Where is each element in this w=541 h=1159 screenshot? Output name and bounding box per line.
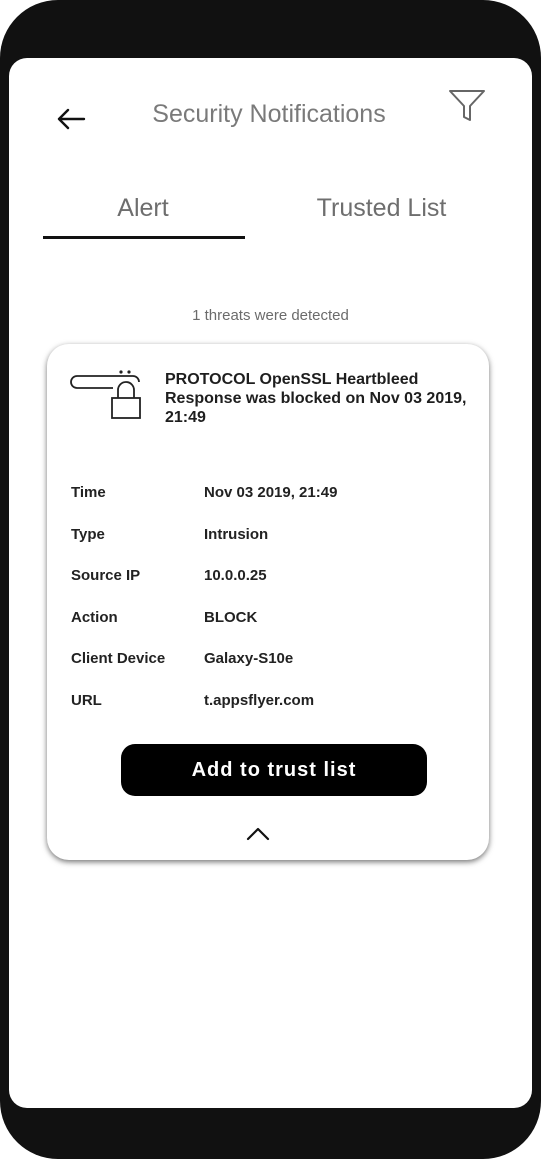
detail-value: 10.0.0.25 xyxy=(204,567,267,584)
tab-alert[interactable]: Alert xyxy=(43,188,243,228)
detail-value: Galaxy-S10e xyxy=(204,650,294,667)
detail-label: Type xyxy=(71,525,105,543)
detail-label: Time xyxy=(71,484,106,501)
detail-value: t.appsflyer.com xyxy=(204,691,315,709)
tab-trusted-list[interactable]: Trusted List xyxy=(279,188,484,228)
chevron-up-icon xyxy=(246,827,270,841)
filter-button[interactable] xyxy=(445,86,489,126)
screen: Security Notifications Alert Trusted Lis… xyxy=(9,58,532,1108)
alert-headline: PROTOCOL OpenSSL Heartbleed Response was… xyxy=(165,371,467,426)
detail-label: URL xyxy=(71,691,102,709)
detail-label: Action xyxy=(71,608,118,626)
detail-row-type: Type Intrusion xyxy=(71,526,471,568)
detail-row-time: Time Nov 03 2019, 21:49 xyxy=(71,484,471,526)
arrow-left-icon xyxy=(57,108,86,130)
detail-row-source-ip: Source IP 10.0.0.25 xyxy=(71,567,471,609)
threat-count: 1 threats were detected xyxy=(192,307,349,324)
filter-icon xyxy=(449,90,485,121)
detail-value: BLOCK xyxy=(204,608,258,626)
detail-row-url: URL t.appsflyer.com xyxy=(71,692,471,734)
alert-details: Time Nov 03 2019, 21:49 Type Intrusion S… xyxy=(71,484,471,733)
detail-value: Intrusion xyxy=(204,525,269,543)
add-to-trust-list-button[interactable]: Add to trust list xyxy=(121,744,427,796)
detail-label: Source IP xyxy=(71,567,141,584)
phone-frame: Security Notifications Alert Trusted Lis… xyxy=(0,0,541,1159)
alert-card: PROTOCOL OpenSSL Heartbleed Response was… xyxy=(47,344,489,860)
detail-row-action: Action BLOCK xyxy=(71,609,471,651)
back-button[interactable] xyxy=(53,104,89,134)
locked-device-icon xyxy=(70,370,147,419)
active-tab-indicator xyxy=(43,236,245,239)
detail-value: Nov 03 2019, 21:49 xyxy=(204,484,338,501)
detail-label: Client Device xyxy=(71,650,166,667)
collapse-button[interactable] xyxy=(243,824,273,844)
page-title: Security Notifications xyxy=(152,100,386,128)
detail-row-client-device: Client Device Galaxy-S10e xyxy=(71,650,471,692)
